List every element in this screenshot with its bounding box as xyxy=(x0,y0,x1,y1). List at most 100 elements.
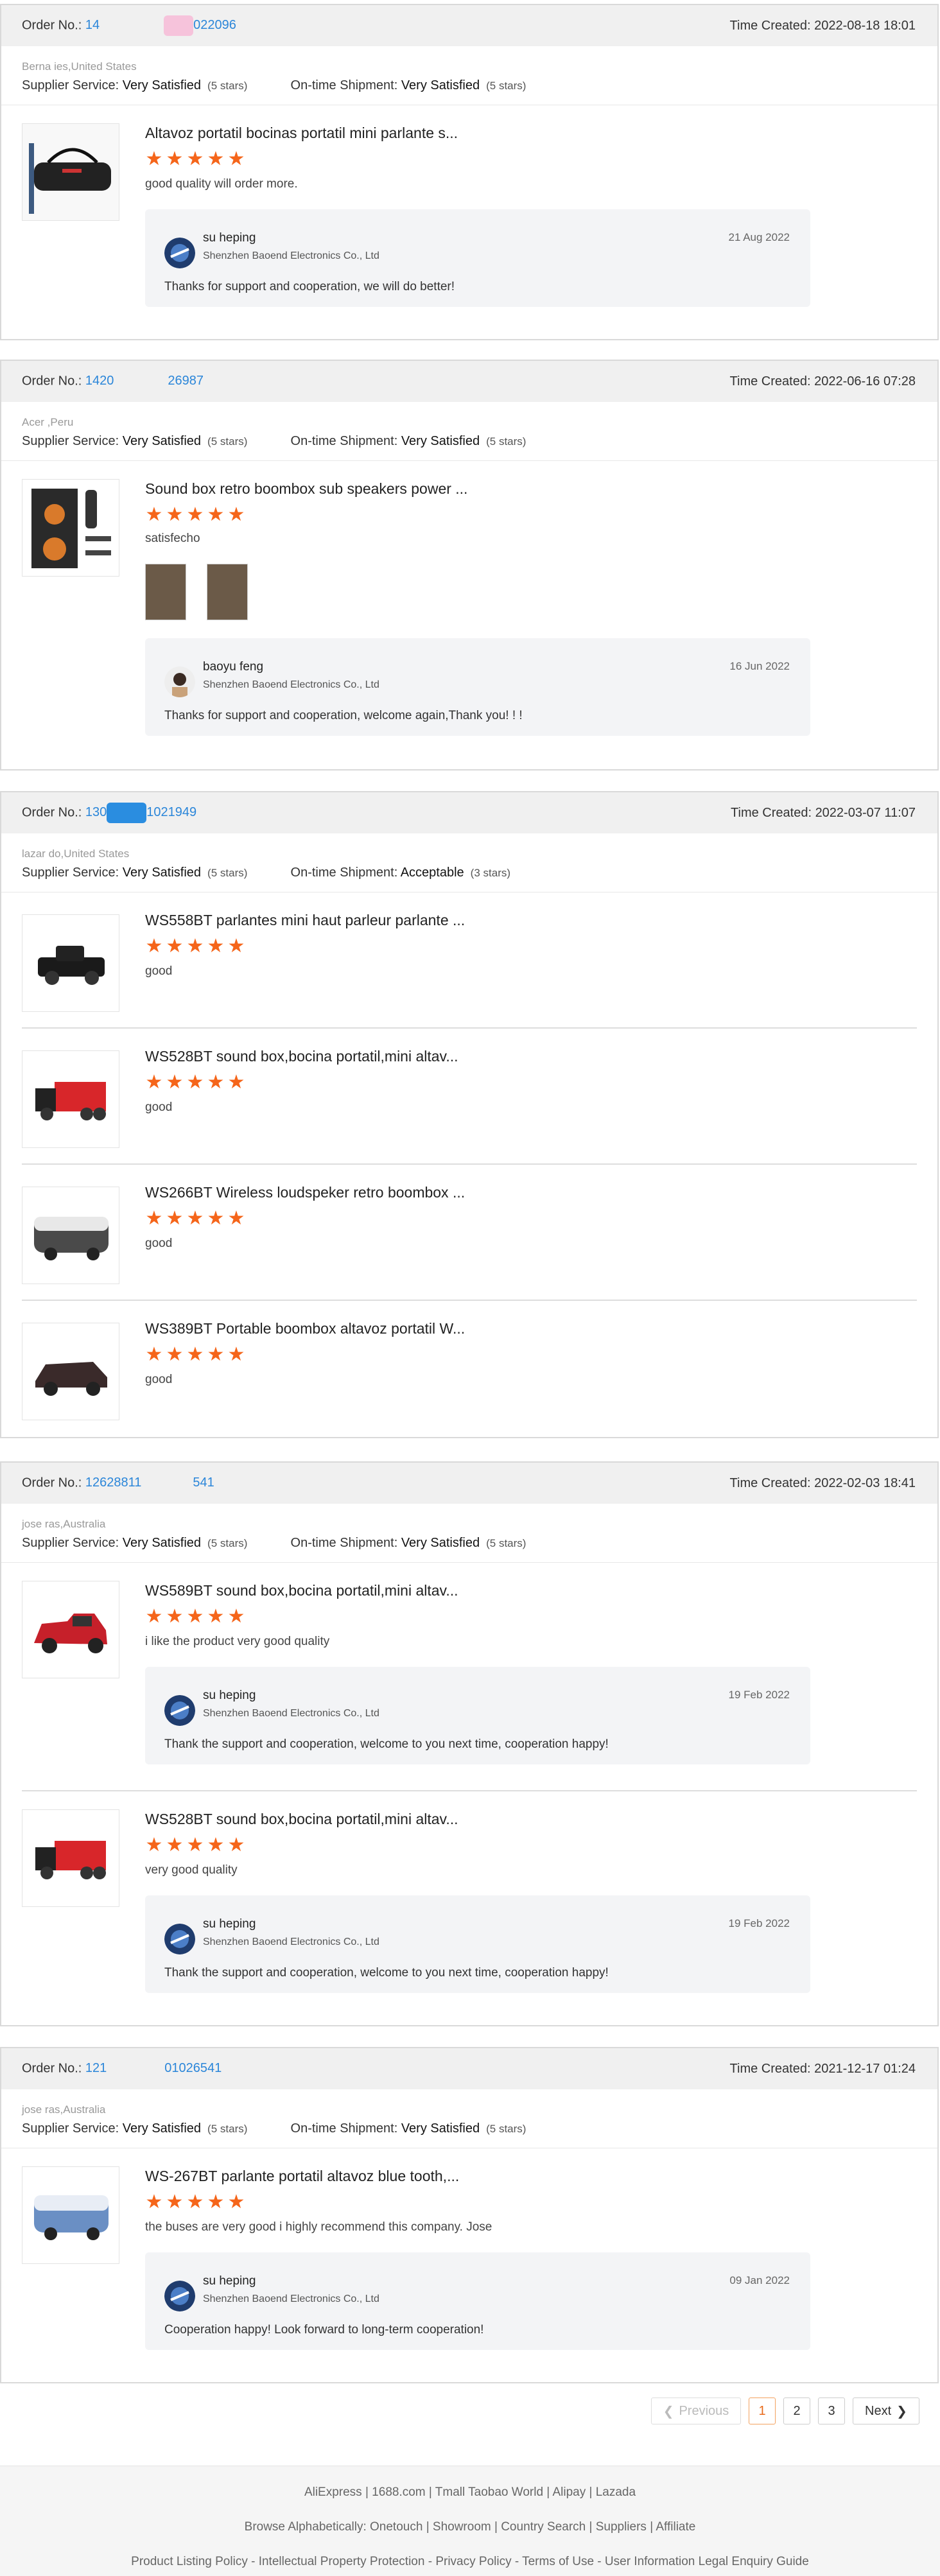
replier-name: su heping xyxy=(203,1689,256,1702)
product-image[interactable] xyxy=(22,1581,119,1678)
star-icon: ★ xyxy=(186,1834,204,1856)
star-icon: ★ xyxy=(145,148,163,170)
product-title[interactable]: WS266BT Wireless loudspeker retro boombo… xyxy=(145,1183,917,1202)
star-icon: ★ xyxy=(227,1344,245,1365)
product-image[interactable] xyxy=(22,479,119,577)
order-number[interactable]: 12628811 541 xyxy=(85,1475,214,1490)
rating-stars: ★ ★ ★ ★ ★ xyxy=(145,2193,917,2212)
product-image[interactable] xyxy=(22,2166,119,2264)
time-created: Time Created: 2022-06-16 07:28 xyxy=(729,374,916,388)
review-item: WS528BT sound box,bocina portatil,mini a… xyxy=(22,1029,917,1165)
product-title[interactable]: Sound box retro boombox sub speakers pow… xyxy=(145,479,917,498)
review-comment: very good quality xyxy=(145,1863,238,1877)
pagination: ❮ Previous 1 2 3 Next ❯ xyxy=(651,2398,919,2424)
product-title[interactable]: WS558BT parlantes mini haut parleur parl… xyxy=(145,910,917,930)
order-number[interactable]: 1420 26987 xyxy=(85,374,204,388)
product-title[interactable]: WS389BT Portable boombox altavoz portati… xyxy=(145,1319,917,1338)
footer-links-policy[interactable]: Product Listing Policy - Intellectual Pr… xyxy=(0,2555,940,2569)
privacy-mask xyxy=(164,15,194,36)
footer-links-browse[interactable]: Browse Alphabetically: Onetouch | Showro… xyxy=(0,2520,940,2534)
review-item: Sound box retro boombox sub speakers pow… xyxy=(22,461,917,756)
order-card: Order No.: 130 1021949 Time Created: 2022… xyxy=(0,791,939,1438)
replier-company: Shenzhen Baoend Electronics Co., Ltd xyxy=(203,679,379,690)
product-title[interactable]: WS528BT sound box,bocina portatil,mini a… xyxy=(145,1047,917,1066)
star-icon: ★ xyxy=(227,504,245,525)
product-title[interactable]: WS589BT sound box,bocina portatil,mini a… xyxy=(145,1581,917,1600)
buyer-info: jose ras,Australia xyxy=(22,2103,106,2116)
order-number-label: Order No.: xyxy=(22,2061,82,2076)
page-button-1[interactable]: 1 xyxy=(749,2398,776,2424)
order-number-label: Order No.: xyxy=(22,1475,82,1490)
footer-links-partners[interactable]: AliExpress | 1688.com | Tmall Taobao Wor… xyxy=(0,2485,940,2500)
next-page-button[interactable]: Next ❯ xyxy=(853,2398,919,2424)
star-icon: ★ xyxy=(227,148,245,170)
avatar xyxy=(164,238,195,268)
star-icon: ★ xyxy=(186,148,204,170)
review-comment: good xyxy=(145,1101,173,1114)
star-icon: ★ xyxy=(207,1208,225,1229)
page-button-2[interactable]: 2 xyxy=(783,2398,810,2424)
page-button-3[interactable]: 3 xyxy=(818,2398,845,2424)
star-icon: ★ xyxy=(145,504,163,525)
reply-text: Thank the support and cooperation, welco… xyxy=(164,1966,609,1980)
review-comment: good xyxy=(145,1373,173,1386)
review-item: WS389BT Portable boombox altavoz portati… xyxy=(22,1301,917,1436)
order-number[interactable]: 130 1021949 xyxy=(85,803,196,823)
review-photo[interactable] xyxy=(207,564,248,620)
service-ratings: Supplier Service: Very Satisfied (5 stars… xyxy=(22,1536,527,1550)
review-comment: the buses are very good i highly recomme… xyxy=(145,2220,492,2234)
replier-name: su heping xyxy=(203,1917,256,1931)
review-comment: good xyxy=(145,964,173,978)
star-icon: ★ xyxy=(186,1208,204,1229)
rating-stars: ★ ★ ★ ★ ★ xyxy=(145,1072,917,1093)
order-meta: Berna ies,United States Supplier Service… xyxy=(1,46,937,105)
order-card: Order No.: 121 01026541 Time Created: 202… xyxy=(0,2047,939,2383)
site-footer: AliExpress | 1688.com | Tmall Taobao Wor… xyxy=(0,2466,940,2576)
replier-name: su heping xyxy=(203,231,256,245)
order-card: Order No.: 14 022096 Time Created: 2022-0… xyxy=(0,4,939,340)
privacy-mask xyxy=(107,803,147,823)
chevron-right-icon: ❯ xyxy=(896,2404,907,2419)
star-icon: ★ xyxy=(207,1344,225,1365)
star-icon: ★ xyxy=(145,1072,163,1093)
star-icon: ★ xyxy=(207,936,225,957)
order-number[interactable]: 14 022096 xyxy=(85,15,236,36)
seller-reply: su heping Shenzhen Baoend Electronics Co… xyxy=(145,1895,810,1993)
time-created: Time Created: 2022-02-03 18:41 xyxy=(729,1475,916,1490)
product-title[interactable]: Altavoz portatil bocinas portatil mini p… xyxy=(145,123,917,143)
product-image[interactable] xyxy=(22,1323,119,1420)
star-icon: ★ xyxy=(207,1834,225,1856)
previous-page-button[interactable]: ❮ Previous xyxy=(651,2398,741,2424)
order-number[interactable]: 121 01026541 xyxy=(85,2061,222,2075)
product-title[interactable]: WS-267BT parlante portatil altavoz blue … xyxy=(145,2166,917,2186)
order-number-label: Order No.: xyxy=(22,18,82,33)
order-number-label: Order No.: xyxy=(22,374,82,388)
order-meta: jose ras,Australia Supplier Service: Ver… xyxy=(1,2089,937,2148)
avatar xyxy=(164,666,195,697)
star-icon: ★ xyxy=(166,504,184,525)
product-title[interactable]: WS528BT sound box,bocina portatil,mini a… xyxy=(145,1809,917,1829)
seller-reply: baoyu feng Shenzhen Baoend Electronics C… xyxy=(145,638,810,736)
product-image[interactable] xyxy=(22,123,119,221)
order-meta: Acer ,Peru Supplier Service: Very Satisf… xyxy=(1,402,937,461)
replier-name: su heping xyxy=(203,2274,256,2288)
star-icon: ★ xyxy=(186,1072,204,1093)
product-image[interactable] xyxy=(22,1187,119,1284)
star-icon: ★ xyxy=(207,1072,225,1093)
reply-text: Cooperation happy! Look forward to long-… xyxy=(164,2323,484,2337)
replier-company: Shenzhen Baoend Electronics Co., Ltd xyxy=(203,2293,379,2304)
star-icon: ★ xyxy=(166,1834,184,1856)
star-icon: ★ xyxy=(227,1208,245,1229)
order-header: Order No.: 14 022096 Time Created: 2022-0… xyxy=(1,5,937,46)
star-icon: ★ xyxy=(166,1208,184,1229)
order-card: Order No.: 1420 26987 Time Created: 2022-… xyxy=(0,360,939,770)
review-photo[interactable] xyxy=(145,564,186,620)
product-image[interactable] xyxy=(22,1809,119,1907)
order-number-label: Order No.: xyxy=(22,805,82,820)
star-icon: ★ xyxy=(166,1606,184,1627)
star-icon: ★ xyxy=(207,148,225,170)
product-image[interactable] xyxy=(22,1050,119,1148)
order-card: Order No.: 12628811 541 Time Created: 202… xyxy=(0,1461,939,2026)
time-created: Time Created: 2022-08-18 18:01 xyxy=(729,18,916,33)
product-image[interactable] xyxy=(22,914,119,1012)
